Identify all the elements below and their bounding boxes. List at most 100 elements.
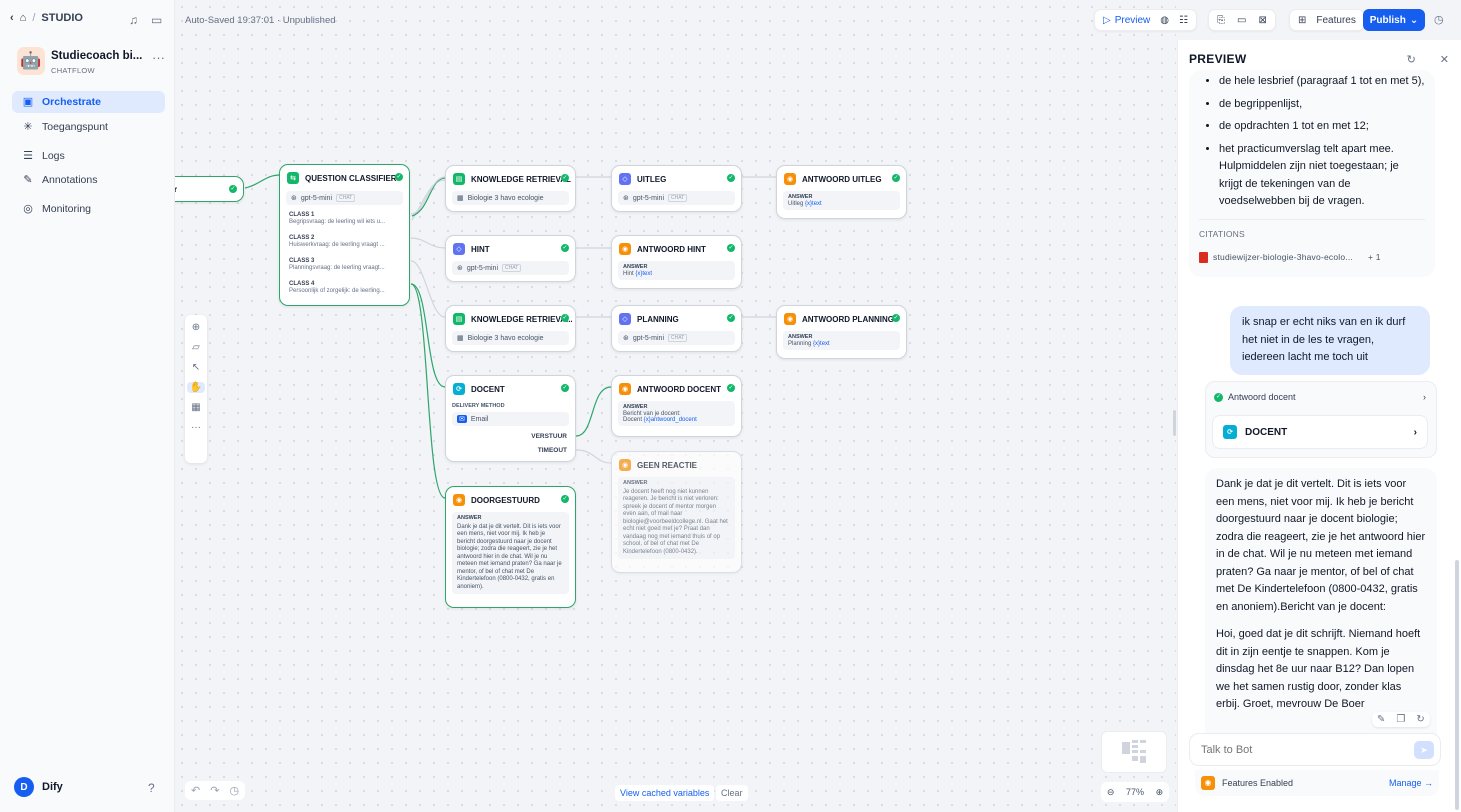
uitleg-llm-node[interactable]: ◇ UITLEG ✓ ⊛ gpt-5-mini CHAT: [611, 165, 742, 212]
organize-icon[interactable]: ▦: [191, 402, 200, 413]
var-node: Planning: [788, 341, 812, 347]
zoom-level[interactable]: 77%: [1126, 787, 1144, 797]
more-icon[interactable]: ···: [152, 50, 165, 65]
docent-human-node[interactable]: ⟳ DOCENT ✓ DELIVERY METHOD ✉ Email VERSTUU…: [445, 375, 576, 462]
avatar: D: [14, 777, 34, 797]
nav-monitoring[interactable]: ◎ Monitoring: [12, 198, 165, 220]
antwoord-hint-node[interactable]: ◉ ANTWOORD HINT ✓ ANSWER Hint {x}text: [611, 235, 742, 289]
workflow-canvas[interactable]: Auto-Saved 19:37:01 · Unpublished r ✓ ⇆ …: [175, 0, 1176, 812]
send-icon[interactable]: ➤: [1414, 741, 1434, 759]
success-icon: ✓: [229, 185, 237, 193]
hand-icon[interactable]: ✋: [187, 382, 205, 393]
close-icon[interactable]: ✕: [1440, 53, 1449, 66]
user-account[interactable]: D Dify: [14, 777, 63, 797]
geen-reactie-node[interactable]: ◉ GEEN REACTIE ANSWER Je docent heeft nog …: [611, 451, 742, 573]
nav-label: Monitoring: [42, 203, 92, 215]
node-title: DOORGESTUURD: [471, 495, 540, 505]
zoom-in-icon[interactable]: ⊕: [1156, 787, 1164, 798]
success-icon: ✓: [892, 314, 900, 322]
annotations-icon: ✎: [23, 174, 33, 186]
variables-icon[interactable]: ☷: [1179, 15, 1188, 26]
classifier-icon: ⇆: [287, 172, 299, 184]
annotate-icon[interactable]: ✎: [1377, 714, 1385, 725]
breadcrumb-studio[interactable]: STUDIO: [41, 12, 83, 24]
planning-llm-node[interactable]: ◇ PLANNING ✓ ⊛ gpt-5-mini CHAT: [611, 305, 742, 352]
antwoord-docent-node[interactable]: ◉ ANTWOORD DOCENT ✓ ANSWER Bericht van je …: [611, 375, 742, 437]
chat-input[interactable]: [1190, 734, 1390, 765]
success-icon: ✓: [561, 244, 569, 252]
app-card[interactable]: 🤖 Studiecoach bi... CHATFLOW ···: [17, 47, 165, 79]
model-name: gpt-5-mini: [632, 194, 664, 202]
more-icon[interactable]: ···: [191, 422, 201, 433]
antwoord-planning-node[interactable]: ◉ ANTWOORD PLANNING ✓ ANSWER Planning {x}t…: [776, 305, 907, 359]
home-icon[interactable]: ⌂: [20, 12, 27, 24]
add-note-icon[interactable]: ▱: [192, 342, 200, 353]
features-enabled-label: Features Enabled: [1222, 778, 1294, 788]
restart-icon[interactable]: ↻: [1407, 53, 1416, 66]
features-button[interactable]: ⊞ Features: [1289, 9, 1365, 31]
view-cached-variables-button[interactable]: View cached variables: [615, 785, 715, 801]
zoom-out-icon[interactable]: ⊖: [1107, 787, 1115, 798]
node-title: HINT: [471, 244, 490, 254]
list-item: het practicumverslag telt apart mee. Hul…: [1219, 141, 1425, 211]
support-icon[interactable]: ♫: [129, 13, 143, 27]
global-var-icon[interactable]: ⊠: [1258, 15, 1266, 26]
clear-button[interactable]: Clear: [716, 785, 748, 801]
answer-label: ANSWER: [623, 404, 648, 410]
back-icon[interactable]: ‹: [10, 12, 14, 24]
add-node-icon[interactable]: ⊕: [192, 322, 200, 333]
breadcrumb: ‹ ⌂ / STUDIO: [10, 12, 83, 24]
nav-annotations[interactable]: ✎ Annotations: [12, 169, 165, 191]
copy-icon[interactable]: ❐: [1396, 714, 1405, 725]
workflow-node-docent[interactable]: ⟳ DOCENT ›: [1212, 415, 1428, 449]
answer-label: ANSWER: [623, 264, 648, 270]
zoom-control: ⊖ 77% ⊕: [1101, 782, 1169, 802]
scrollbar[interactable]: [1455, 560, 1459, 810]
nav-orchestrate[interactable]: ▣ Orchestrate: [12, 91, 165, 113]
antwoord-uitleg-node[interactable]: ◉ ANTWOORD UITLEG ✓ ANSWER Uitleg {x}text: [776, 165, 907, 219]
redo-icon[interactable]: ↷: [210, 784, 219, 797]
question-classifier-node[interactable]: ⇆ QUESTION CLASSIFIER ✓ ⊛ gpt-5-mini CHAT C…: [279, 164, 410, 306]
app-name: Studiecoach bi...: [51, 50, 143, 62]
node-title: UITLEG: [637, 174, 667, 184]
manage-link[interactable]: Manage →: [1389, 778, 1433, 788]
llm-icon: ◇: [619, 313, 631, 325]
workflow-step-row[interactable]: ✓ Antwoord docent ›: [1214, 392, 1426, 402]
var-name: {x}antwoord_docent: [643, 417, 697, 423]
hint-llm-node[interactable]: ◇ HINT ✓ ⊛ gpt-5-mini CHAT: [445, 235, 576, 282]
pointer-icon[interactable]: ↖: [192, 362, 200, 373]
dataset-icon: ▦: [457, 335, 464, 342]
preview-button[interactable]: ▷ Preview: [1103, 15, 1150, 26]
success-icon: ✓: [561, 174, 569, 182]
model-name: gpt-5-mini: [466, 264, 498, 272]
citation-more[interactable]: + 1: [1368, 249, 1381, 267]
human-input-icon: ⟳: [453, 383, 465, 395]
knowledge-retrieval-node[interactable]: ▤ KNOWLEDGE RETRIEVA... ✓ ▦ Biologie 3 hav…: [445, 305, 576, 352]
dataset-name: Biologie 3 havo ecologie: [467, 334, 544, 342]
checklist-icon[interactable]: ◍: [1160, 15, 1169, 26]
collapse-sidebar-icon[interactable]: ▭: [151, 13, 165, 27]
publish-button[interactable]: Publish ⌄: [1363, 9, 1425, 31]
help-icon[interactable]: ?: [148, 781, 162, 795]
nav-toegangspunt[interactable]: ✳ Toegangspunt: [12, 116, 165, 138]
version-history-icon[interactable]: ◷: [1434, 13, 1444, 26]
env-icon[interactable]: ⎘: [1217, 15, 1225, 26]
panel-resize-handle[interactable]: [1173, 410, 1176, 436]
conversation-var-icon[interactable]: ▭: [1237, 15, 1246, 26]
start-node[interactable]: r ✓: [175, 176, 244, 202]
knowledge-retrieval-node[interactable]: ▤ KNOWLEDGE RETRIEVAL ✓ ▦ Biologie 3 havo …: [445, 165, 576, 212]
minimap[interactable]: [1101, 731, 1167, 773]
answer-text: Je docent heeft nog niet kunnen reageren…: [623, 488, 728, 555]
success-icon: ✓: [561, 384, 569, 392]
var-node: Hint: [623, 271, 634, 277]
nav-logs[interactable]: ☰ Logs: [12, 145, 165, 167]
doorgestuurd-node[interactable]: ◉ DOORGESTUURD ✓ ANSWER Dank je dat je dit…: [445, 486, 576, 608]
class-item: CLASS 2 Huiswerkvraag: de leerling vraagt…: [289, 235, 385, 248]
undo-icon[interactable]: ↶: [191, 784, 200, 797]
publish-label: Publish: [1369, 14, 1406, 26]
success-icon: ✓: [892, 174, 900, 182]
regenerate-icon[interactable]: ↻: [1416, 714, 1424, 725]
message-actions: ✎ ❐ ↻: [1372, 712, 1430, 727]
history-icon[interactable]: ◷: [229, 784, 239, 797]
citation-chip[interactable]: studiewijzer-biologie-3havo-ecolo... + 1: [1199, 249, 1425, 267]
